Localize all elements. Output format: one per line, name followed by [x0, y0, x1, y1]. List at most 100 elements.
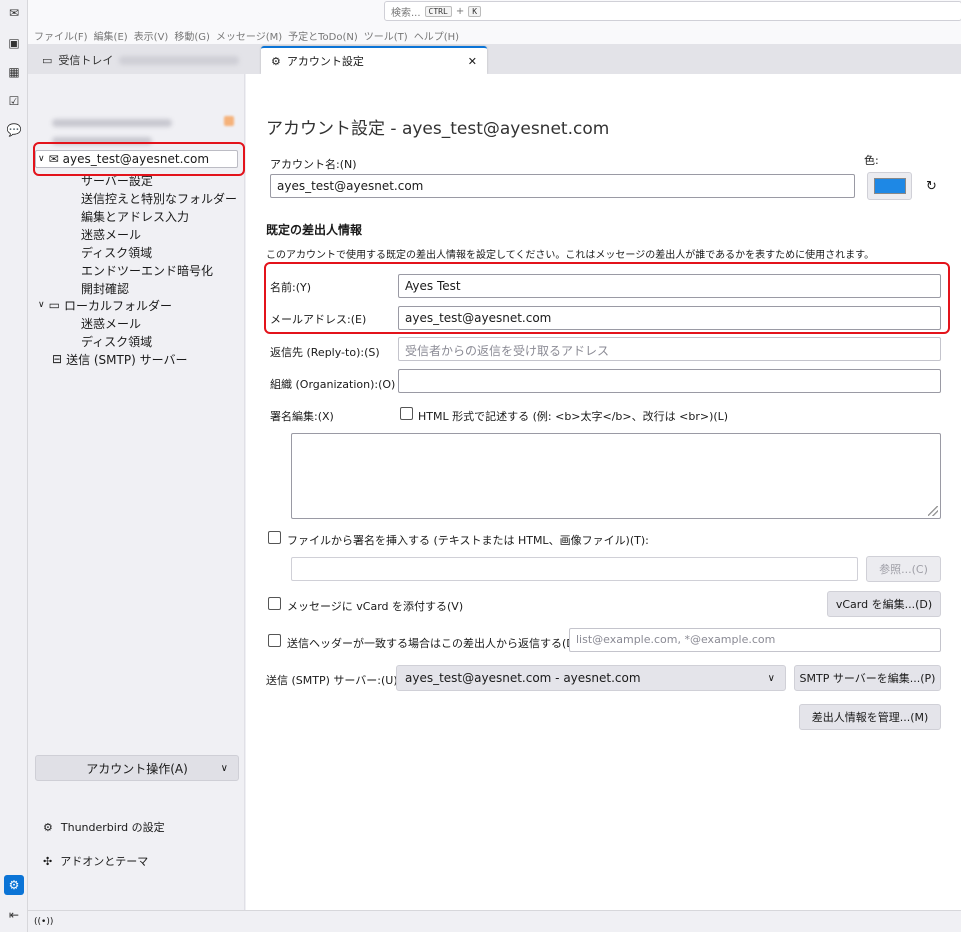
account-name-field[interactable]: ayes_test@ayesnet.com [270, 174, 855, 198]
tree-item-local-folders[interactable]: ∨ ▭ ローカルフォルダー [38, 296, 172, 314]
smtp-selected-value: ayes_test@ayesnet.com - ayesnet.com [405, 671, 641, 685]
tree-label: エンドツーエンド暗号化 [81, 263, 214, 278]
redacted-address [119, 55, 240, 65]
menu-tools[interactable]: ツール(T) [364, 28, 408, 43]
tree-label: ローカルフォルダー [63, 298, 172, 313]
edit-vcard-button[interactable]: vCard を編集...(D) [827, 591, 941, 617]
vcard-checkbox[interactable] [268, 597, 281, 610]
link-label: Thunderbird の設定 [60, 821, 165, 834]
addons-themes-link[interactable]: ✣ アドオンとテーマ [43, 853, 148, 869]
tree-label: 開封確認 [81, 281, 130, 296]
menu-events[interactable]: 予定とToDo(N) [288, 28, 358, 43]
search-placeholder: 検索... [391, 7, 421, 19]
tree-item-copies-folders[interactable]: 送信控えと特別なフォルダー [81, 189, 237, 207]
tree-label: ディスク領域 [81, 245, 153, 260]
chevron-down-icon: ∨ [220, 762, 228, 774]
color-swatch [873, 178, 906, 194]
tab-inbox[interactable]: ▭ 受信トレイ [32, 46, 258, 74]
tree-item-smtp[interactable]: ⊟ 送信 (SMTP) サーバー [52, 350, 187, 368]
section-description: このアカウントで使用する既定の差出人情報を設定してください。これはメッセージの差… [266, 250, 875, 261]
chat-icon[interactable]: 💬 [4, 120, 24, 140]
global-search-input[interactable]: 検索... CTRL + K [384, 1, 961, 21]
account-name-label: アカウント名:(N) [270, 158, 357, 171]
shortcut-key: CTRL [424, 5, 452, 17]
tab-settings-label: アカウント設定 [286, 55, 364, 68]
signature-label: 署名編集:(X) [270, 410, 334, 423]
redacted-account [52, 119, 172, 127]
link-label: アドオンとテーマ [60, 855, 149, 868]
tree-label: 送信控えと特別なフォルダー [81, 191, 238, 206]
page-title: アカウント設定 - ayes_test@ayesnet.com [266, 119, 610, 139]
color-picker[interactable] [867, 172, 912, 200]
organization-field[interactable] [398, 369, 941, 393]
status-bar: ((•)) [28, 910, 961, 932]
reply-to-label: 返信先 (Reply-to):(S) [270, 346, 380, 359]
tab-account-settings[interactable]: ⚙ アカウント設定 ✕ [261, 46, 487, 74]
manage-identities-button[interactable]: 差出人情報を管理...(M) [799, 704, 941, 730]
tree-item-local-junk[interactable]: 迷惑メール [81, 314, 141, 332]
chevron-down-icon: ∨ [38, 300, 45, 310]
organization-label: 組織 (Organization):(O) [270, 378, 396, 391]
account-tree-pane: ∨ ✉ ayes_test@ayesnet.com サーバー設定 送信控えと特別… [28, 74, 245, 910]
account-settings-panel: アカウント設定 - ayes_test@ayesnet.com アカウント名:(… [246, 74, 961, 910]
account-actions-label: アカウント操作(A) [86, 761, 188, 776]
highlight-account [33, 142, 245, 176]
online-status-icon[interactable]: ((•)) [34, 917, 53, 927]
browse-button[interactable]: 参照...(C) [866, 556, 941, 582]
tree-item-composition[interactable]: 編集とアドレス入力 [81, 207, 189, 225]
tree-label: 迷惑メール [81, 227, 142, 242]
tree-label: 送信 (SMTP) サーバー [66, 352, 188, 367]
file-signature-label: ファイルから署名を挿入する (テキストまたは HTML、画像ファイル)(T): [287, 534, 649, 547]
menu-bar: ファイル(F) 編集(E) 表示(V) 移動(G) メッセージ(M) 予定とTo… [28, 26, 961, 44]
reply-header-label: 送信ヘッダーが一致する場合はこの差出人から返信する(D): [287, 637, 583, 650]
highlight-identity-fields [264, 262, 950, 334]
close-icon[interactable]: ✕ [468, 55, 477, 68]
menu-file[interactable]: ファイル(F) [34, 28, 88, 43]
menu-go[interactable]: 移動(G) [174, 28, 210, 43]
shortcut-key: K [468, 5, 482, 17]
address-book-icon[interactable]: ▣ [4, 33, 24, 53]
tree-item-disk-space[interactable]: ディスク領域 [81, 243, 152, 261]
signature-file-path[interactable] [291, 557, 858, 581]
shortcut-plus: + [455, 5, 465, 17]
folder-icon: ▭ [48, 298, 60, 312]
html-signature-label: HTML 形式で記述する (例: <b>太字</b>、改行は <br>)(L) [418, 410, 729, 423]
tree-label: 編集とアドレス入力 [81, 209, 190, 224]
menu-message[interactable]: メッセージ(M) [216, 28, 282, 43]
spaces-toolbar: ✉ ▣ ▦ ☑ 💬 ⚙ ⇤ [0, 0, 28, 932]
collapse-icon[interactable]: ⇤ [4, 905, 24, 925]
section-title: 既定の差出人情報 [266, 223, 363, 237]
menu-view[interactable]: 表示(V) [134, 28, 169, 43]
resize-grip[interactable] [928, 506, 938, 516]
tree-item-junk[interactable]: 迷惑メール [81, 225, 141, 243]
mail-icon[interactable]: ✉ [4, 3, 24, 23]
tasks-icon[interactable]: ☑ [4, 91, 24, 111]
signature-textarea[interactable] [291, 433, 941, 519]
settings-gear-icon: ⚙ [271, 54, 281, 68]
settings-gear-icon[interactable]: ⚙ [4, 875, 24, 895]
menu-help[interactable]: ヘルプ(H) [414, 28, 459, 43]
tree-item-e2e[interactable]: エンドツーエンド暗号化 [81, 261, 213, 279]
tab-bar: ▭ 受信トレイ ⚙ アカウント設定 ✕ [28, 44, 961, 74]
vcard-label: メッセージに vCard を添付する(V) [287, 600, 464, 613]
smtp-select[interactable]: ayes_test@ayesnet.com - ayesnet.com ∨ [396, 665, 786, 691]
edit-smtp-button[interactable]: SMTP サーバーを編集...(P) [794, 665, 941, 691]
server-icon: ⊟ [52, 352, 63, 366]
tree-item-local-disk[interactable]: ディスク領域 [81, 332, 152, 350]
chevron-down-icon: ∨ [767, 672, 775, 684]
reset-color-icon[interactable]: ↻ [926, 179, 937, 194]
reply-to-field[interactable]: 受信者からの返信を受け取るアドレス [398, 337, 941, 361]
account-actions-button[interactable]: アカウント操作(A) ∨ [35, 755, 239, 781]
redacted-badge [224, 116, 234, 126]
gear-icon: ⚙ [43, 820, 53, 834]
thunderbird-settings-link[interactable]: ⚙ Thunderbird の設定 [43, 819, 165, 835]
file-signature-checkbox[interactable] [268, 531, 281, 544]
calendar-icon[interactable]: ▦ [4, 62, 24, 82]
puzzle-icon: ✣ [43, 854, 53, 868]
menu-edit[interactable]: 編集(E) [94, 28, 128, 43]
reply-header-checkbox[interactable] [268, 634, 281, 647]
tree-item-receipts[interactable]: 開封確認 [81, 279, 129, 297]
reply-header-field[interactable]: list@example.com, *@example.com [569, 628, 941, 652]
html-signature-checkbox[interactable] [400, 407, 413, 420]
tab-inbox-label: 受信トレイ [58, 54, 114, 67]
